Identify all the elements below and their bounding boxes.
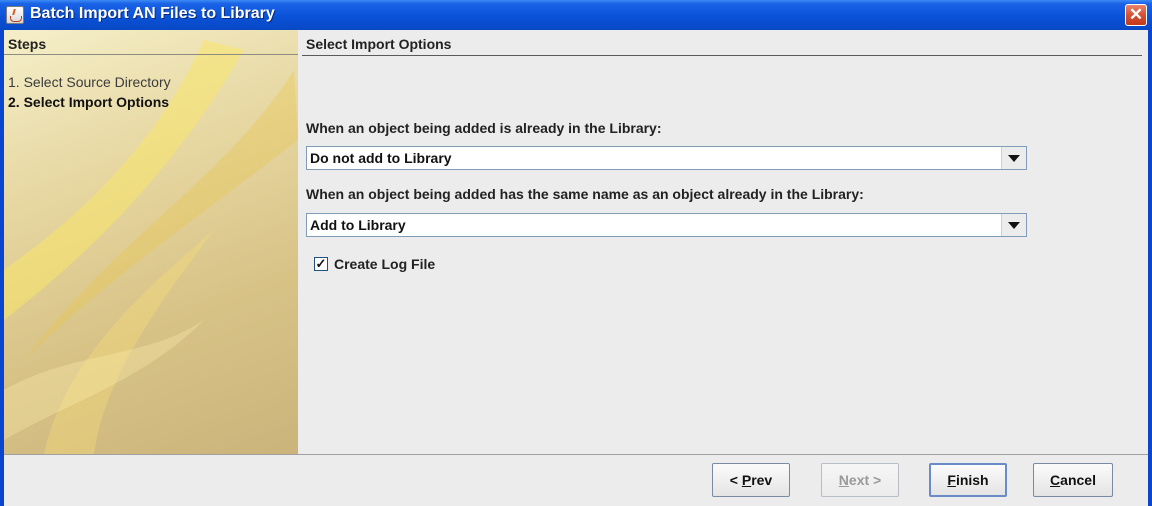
- same-name-dropdown[interactable]: Add to Library: [306, 213, 1027, 237]
- prev-mnemonic: P: [741, 472, 752, 488]
- same-name-label: When an object being added has the same …: [306, 186, 864, 202]
- chevron-down-icon[interactable]: [1001, 147, 1026, 169]
- existing-object-value: Do not add to Library: [310, 150, 452, 166]
- steps-divider: [4, 54, 298, 55]
- panel-divider: [302, 55, 1142, 56]
- prev-prefix: <: [729, 472, 742, 488]
- step-select-source-directory: 1. Select Source Directory: [8, 74, 171, 90]
- steps-title: Steps: [8, 36, 47, 52]
- dialog-content: Steps 1. Select Source Directory 2. Sele…: [4, 30, 1148, 506]
- import-options-panel: Select Import Options When an object bei…: [298, 30, 1148, 454]
- steps-panel: Steps 1. Select Source Directory 2. Sele…: [4, 30, 298, 454]
- next-mnemonic: N: [838, 472, 849, 488]
- create-log-file-checkbox[interactable]: ✓: [314, 257, 328, 271]
- window-title: Batch Import AN Files to Library: [30, 5, 275, 22]
- java-app-icon: [6, 6, 24, 24]
- dialog-window: Batch Import AN Files to Library ✕ Steps…: [0, 0, 1152, 506]
- existing-object-label: When an object being added is already in…: [306, 120, 662, 136]
- chevron-down-icon[interactable]: [1001, 214, 1026, 236]
- same-name-value: Add to Library: [310, 217, 406, 233]
- finish-button[interactable]: Finish: [929, 463, 1007, 497]
- cancel-mnemonic: C: [1050, 472, 1061, 488]
- title-bar[interactable]: Batch Import AN Files to Library ✕: [0, 0, 1152, 30]
- prev-button[interactable]: < Prev: [712, 463, 790, 497]
- next-button[interactable]: Next >: [821, 463, 899, 497]
- step-select-import-options: 2. Select Import Options: [8, 94, 170, 110]
- close-button[interactable]: ✕: [1125, 4, 1147, 26]
- panel-title: Select Import Options: [306, 36, 452, 52]
- create-log-file-label: Create Log File: [334, 256, 436, 272]
- button-bar: < Prev Next > Finish Cancel: [4, 455, 1148, 506]
- finish-mnemonic: F: [947, 472, 956, 488]
- cancel-button[interactable]: Cancel: [1033, 463, 1113, 497]
- next-label: ext >: [848, 472, 882, 488]
- existing-object-dropdown[interactable]: Do not add to Library: [306, 146, 1027, 170]
- prev-label: rev: [751, 472, 773, 488]
- cancel-label: ancel: [1060, 472, 1096, 488]
- finish-label: inish: [955, 472, 989, 488]
